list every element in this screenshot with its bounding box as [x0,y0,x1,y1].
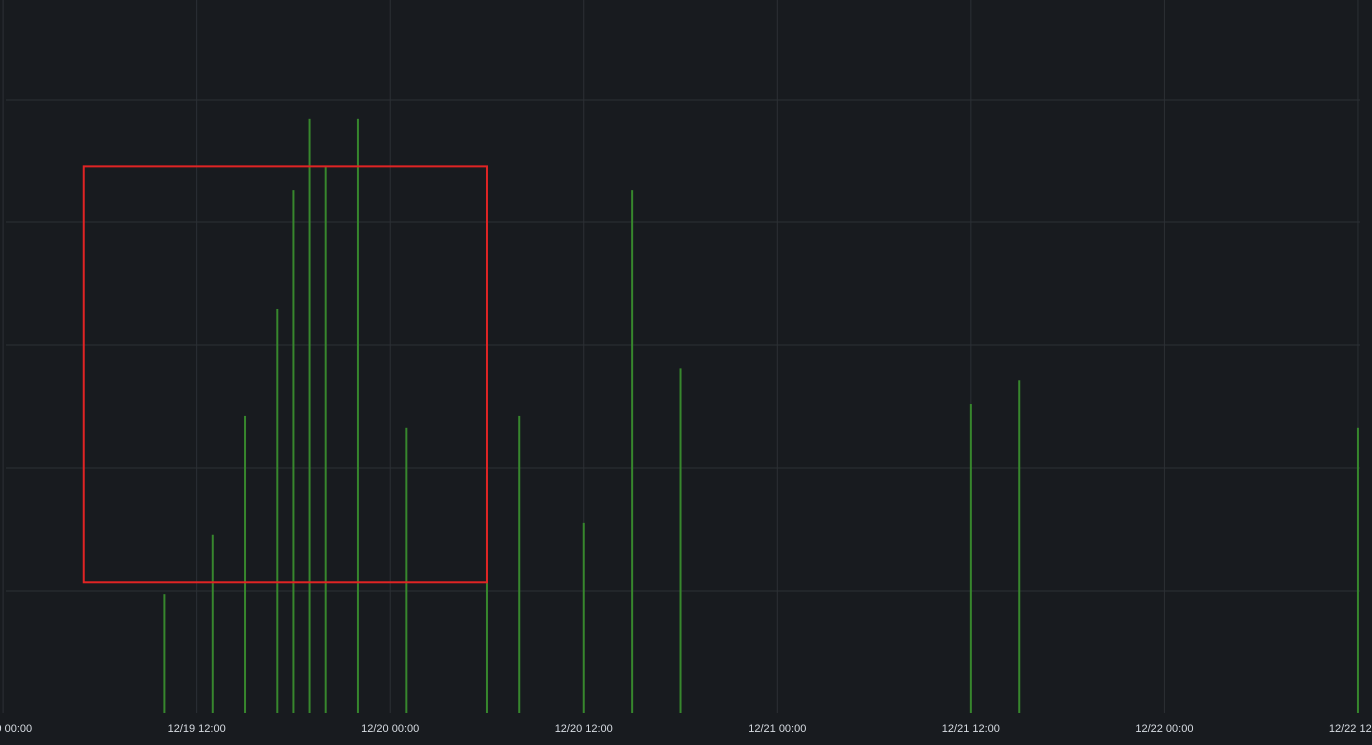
bar-mark [518,415,521,713]
bar-mark [1356,427,1359,713]
bar-mark [969,404,972,713]
x-tick-label: 12/22 00:00 [1135,723,1193,735]
bar-mark [292,190,295,714]
bar-mark [631,190,634,714]
x-tick-label: 12/19 12:00 [168,723,226,735]
bar-mark [244,415,247,713]
x-tick-label: 12/19 00:00 [0,723,32,735]
x-tick-label: 12/21 00:00 [748,723,806,735]
bar-mark [1018,380,1021,713]
bar-mark [211,534,214,713]
bar-mark [405,427,408,713]
x-tick-label: 12/21 12:00 [942,723,1000,735]
plot-background [0,0,1372,745]
bar-mark [679,368,682,713]
bar-mark [324,166,327,713]
x-tick-label: 12/22 12:00 [1329,723,1372,735]
bar-mark [276,308,279,713]
bar-mark [582,522,585,713]
chart-panel: 12/19 00:00 12/19 12:00 12/20 00:00 12/20 1… [0,0,1372,745]
bar-mark [163,594,166,713]
bar-mark [356,118,359,714]
x-tick-label: 12/20 12:00 [555,723,613,735]
time-series-chart: 12/19 00:00 12/19 12:00 12/20 00:00 12/20 1… [0,0,1372,745]
bar-mark [308,118,311,714]
x-tick-label: 12/20 00:00 [361,723,419,735]
